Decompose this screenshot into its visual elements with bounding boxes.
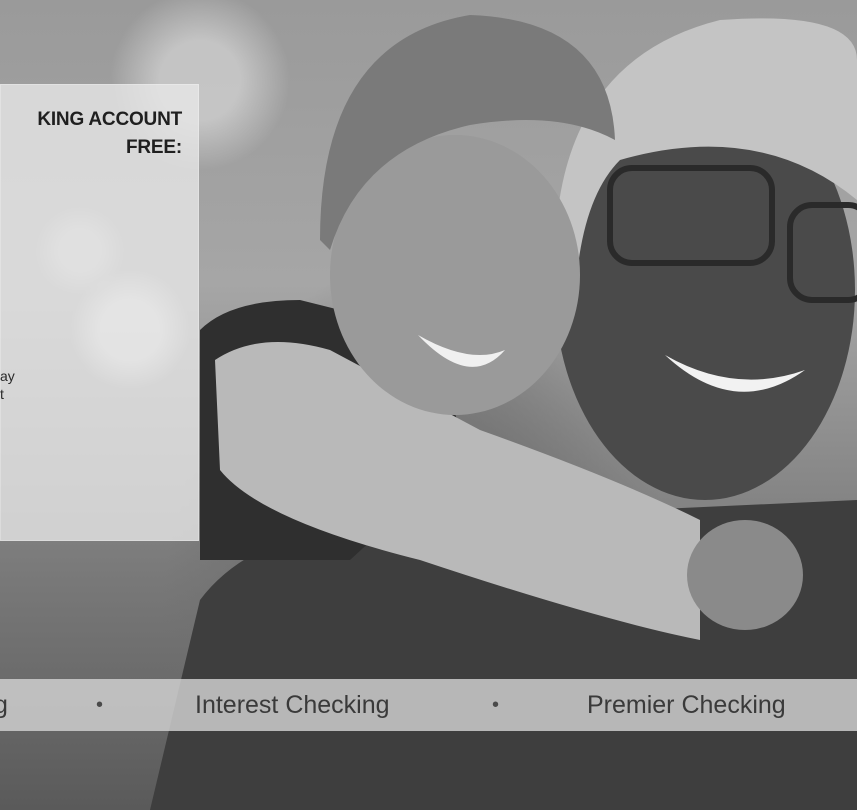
promo-card: KING ACCOUNT FREE: ay t xyxy=(0,84,199,541)
promo-title: KING ACCOUNT FREE: xyxy=(0,106,182,162)
promo-body-line-2: t xyxy=(0,386,4,402)
promo-title-line-2: FREE: xyxy=(125,137,182,158)
separator-dot: • xyxy=(492,694,500,716)
promo-title-line-1: KING ACCOUNT xyxy=(37,109,182,130)
account-link-premier-checking[interactable]: Premier Checking xyxy=(587,679,786,731)
promo-body-text: ay t xyxy=(0,367,15,403)
page: KING ACCOUNT FREE: ay t g • Interest Che… xyxy=(0,0,857,810)
promo-body-line-1: ay xyxy=(0,368,15,384)
separator-dot: • xyxy=(96,694,104,716)
account-types-strip: g • Interest Checking • Premier Checking xyxy=(0,679,857,731)
account-link-partial[interactable]: g xyxy=(0,679,8,731)
account-link-interest-checking[interactable]: Interest Checking xyxy=(195,679,390,731)
